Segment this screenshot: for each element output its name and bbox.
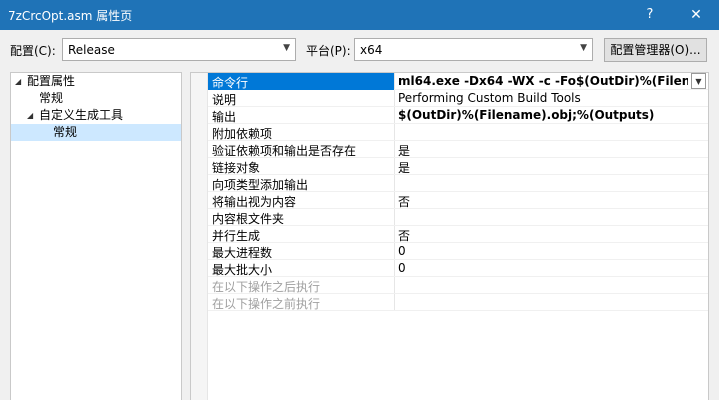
property-name: 将输出视为内容 (212, 195, 297, 209)
property-row-treat-output-as-content[interactable]: 将输出视为内容 否 (208, 192, 708, 209)
platform-value: x64 (360, 43, 383, 57)
property-value[interactable]: Performing Custom Build Tools (398, 91, 698, 105)
property-name: 最大进程数 (212, 246, 273, 260)
tree-item-config-properties[interactable]: ◢ 配置属性 (15, 73, 75, 90)
property-name: 并行生成 (212, 229, 261, 243)
property-value[interactable]: 是 (398, 142, 698, 159)
tree-item-label: 配置属性 (27, 74, 76, 88)
property-name: 附加依赖项 (212, 127, 273, 141)
config-label: 配置(C): (10, 44, 56, 58)
tree-item-label: 常规 (39, 91, 64, 105)
property-value[interactable]: 否 (398, 193, 698, 210)
property-row-add-outputs-to-item-type[interactable]: 向项类型添加输出 (208, 175, 708, 192)
property-name: 向项类型添加输出 (212, 178, 309, 192)
property-row-description[interactable]: 说明 Performing Custom Build Tools (208, 90, 708, 107)
property-name: 验证依赖项和输出是否存在 (212, 144, 357, 158)
property-name: 最大批大小 (212, 263, 273, 277)
config-combobox[interactable]: Release ▼ (62, 38, 296, 61)
tree-item-custom-build-tool[interactable]: ◢ 自定义生成工具 (27, 107, 123, 124)
property-name: 在以下操作之前执行 (212, 297, 321, 311)
config-value: Release (68, 43, 115, 57)
property-row-max-batch-size[interactable]: 最大批大小 0 (208, 260, 708, 277)
property-value[interactable]: 是 (398, 159, 698, 176)
tree-item-custom-build-general[interactable]: 常规 (11, 124, 181, 141)
property-row-verify-dependencies[interactable]: 验证依赖项和输出是否存在 是 (208, 141, 708, 158)
property-row-additional-dependencies[interactable]: 附加依赖项 (208, 124, 708, 141)
property-name: 输出 (212, 110, 237, 124)
platform-combobox[interactable]: x64 ▼ (354, 38, 593, 61)
property-value[interactable]: 否 (398, 227, 698, 244)
platform-label: 平台(P): (306, 44, 351, 58)
property-row-content-root-folder[interactable]: 内容根文件夹 (208, 209, 708, 226)
property-value[interactable]: $(OutDir)%(Filename).obj;%(Outputs) (398, 108, 698, 122)
expanded-triangle-icon[interactable]: ◢ (27, 107, 39, 124)
configuration-manager-button[interactable]: 配置管理器(O)... (604, 38, 707, 62)
tree-item-label: 自定义生成工具 (39, 108, 124, 122)
property-name: 内容根文件夹 (212, 212, 285, 226)
window-title: 7zCrcOpt.asm 属性页 (8, 9, 133, 23)
tree-item-label: 常规 (53, 125, 78, 139)
help-button[interactable]: ? (627, 0, 673, 30)
grid-gutter (191, 73, 208, 400)
property-row-execute-after: 在以下操作之后执行 (208, 277, 708, 294)
property-grid: 命令行 ml64.exe -Dx64 -WX -c -Fo$(OutDir)%(… (190, 72, 709, 400)
property-row-command-line[interactable]: 命令行 ml64.exe -Dx64 -WX -c -Fo$(OutDir)%(… (208, 73, 708, 90)
chevron-down-icon[interactable]: ▼ (691, 73, 706, 89)
property-row-outputs[interactable]: 输出 $(OutDir)%(Filename).obj;%(Outputs) (208, 107, 708, 124)
property-row-max-processes[interactable]: 最大进程数 0 (208, 243, 708, 260)
property-value[interactable]: ml64.exe -Dx64 -WX -c -Fo$(OutDir)%(File… (398, 74, 688, 88)
property-tree: ◢ 配置属性 常规 ◢ 自定义生成工具 常规 (10, 72, 182, 400)
property-name: 说明 (212, 93, 237, 107)
property-row-link-objects[interactable]: 链接对象 是 (208, 158, 708, 175)
property-value[interactable]: 0 (398, 244, 698, 258)
property-value[interactable]: 0 (398, 261, 698, 275)
property-row-build-in-parallel[interactable]: 并行生成 否 (208, 226, 708, 243)
chevron-down-icon: ▼ (283, 43, 290, 53)
property-name: 在以下操作之后执行 (212, 280, 321, 294)
config-toolbar: 配置(C): Release ▼ 平台(P): x64 ▼ 配置管理器(O)..… (0, 30, 719, 70)
property-row-execute-before: 在以下操作之前执行 (208, 294, 708, 311)
title-bar: 7zCrcOpt.asm 属性页 ? ✕ (0, 0, 719, 30)
chevron-down-icon: ▼ (580, 43, 587, 53)
expanded-triangle-icon[interactable]: ◢ (15, 73, 27, 90)
property-name: 命令行 (208, 73, 394, 90)
tree-item-general[interactable]: 常规 (39, 90, 63, 107)
close-button[interactable]: ✕ (673, 0, 719, 30)
property-name: 链接对象 (212, 161, 261, 175)
